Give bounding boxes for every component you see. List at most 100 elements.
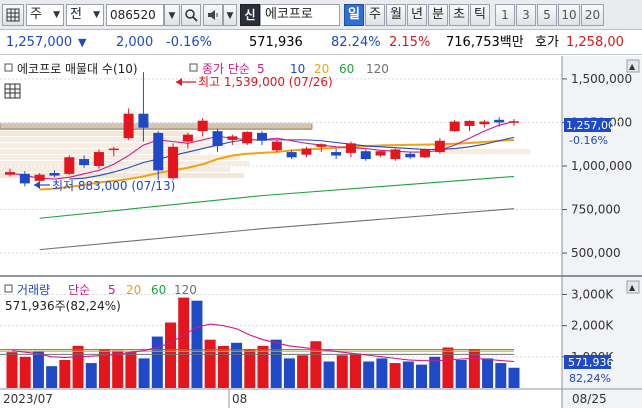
timeframe-tab[interactable]: 월 [386, 4, 406, 26]
candle-body [242, 132, 253, 144]
turnover-pct: 2.15% [389, 35, 431, 50]
volume-profile-bar [440, 149, 530, 154]
volume-bar [270, 339, 282, 388]
volume-profile-bar [0, 143, 225, 148]
down-triangle-icon: ▼ [78, 36, 87, 49]
price-tick-label: 1,500,000 [571, 72, 632, 86]
volume-profile-bar [0, 137, 210, 142]
candle-body [197, 120, 208, 132]
candle-body [168, 146, 179, 179]
candle-body [5, 172, 15, 175]
grid-icon[interactable] [2, 4, 24, 26]
low-annotation: 최저 883,000 (07/13) [34, 179, 175, 193]
volume-bar [455, 359, 467, 388]
candle-body [375, 151, 386, 156]
timeframe-tab[interactable]: 분 [428, 4, 448, 26]
legend-toggle-icon[interactable] [4, 63, 13, 72]
price-panel-title: 에코프로 매물대 수(10) [17, 62, 138, 76]
volume-bar [191, 300, 203, 388]
candle-body [123, 113, 134, 139]
volume-current-tag-value: 571,936 [568, 356, 614, 369]
code-dropdown-button[interactable]: ▼ [164, 4, 180, 26]
chart-toolbar: 주 ▼ 전 ▼ 086520 ▼ ▼ 신 에코프로 일주월년분초틱 1 3 5 10 2… [0, 0, 642, 30]
timeframe-tab[interactable]: 초 [449, 4, 469, 26]
grid-icon-svg [6, 8, 20, 22]
high-annotation: 최고 1,539,000 (07/26) [176, 75, 333, 89]
volume-bar [468, 349, 480, 388]
volume-tick-label: 3,000K [571, 287, 614, 301]
candle-body [227, 136, 238, 140]
candle-body [108, 148, 119, 151]
timeframe-tab[interactable]: 년 [407, 4, 427, 26]
volume-bar [244, 349, 256, 388]
ma-legend-period: 5 [257, 62, 265, 76]
count-button[interactable]: 20 [581, 4, 604, 26]
trade-value: 716,753백만 [446, 35, 524, 50]
candle-body [434, 140, 445, 153]
volume-bar [72, 345, 84, 388]
volume-bar [508, 367, 520, 388]
timeframe-tab[interactable]: 주 [365, 4, 385, 26]
candle-body [494, 119, 505, 123]
candle-body [138, 113, 149, 128]
trade-volume: 571,936 [249, 35, 303, 50]
stock-code-input[interactable]: 086520 [106, 4, 164, 26]
current-change-tag: -0.16% [569, 134, 608, 147]
count-button[interactable]: 10 [558, 4, 580, 26]
candle-body [182, 134, 193, 142]
table-icon[interactable] [4, 83, 21, 99]
volume-tick-label: 2,000K [571, 319, 614, 333]
bid-price: 1,258,00 [566, 35, 624, 50]
speaker-button[interactable] [203, 4, 223, 26]
search-button[interactable] [181, 4, 201, 26]
period-select[interactable]: 전 ▼ [66, 4, 104, 26]
stock-name-field[interactable]: 에코프로 [260, 4, 340, 26]
volume-bar [495, 363, 507, 388]
volume-bar [46, 366, 58, 388]
candle-body [464, 120, 475, 126]
chevron-up-icon: ▲ [629, 62, 636, 71]
x-label-start: 2023/07 [3, 392, 53, 406]
candle-body [420, 149, 431, 158]
volume-bar [283, 358, 295, 388]
volume-bar [349, 353, 361, 388]
volume-bar [19, 356, 31, 388]
volume-bar [429, 356, 441, 388]
legend-toggle-icon[interactable] [4, 284, 13, 293]
volume-profile-bar [0, 155, 240, 160]
new-badge: 신 [240, 4, 260, 26]
volume-bar [138, 358, 150, 388]
volume-bar [85, 363, 97, 388]
candle-body [49, 172, 60, 176]
count-button[interactable]: 3 [516, 4, 536, 26]
x-label-end: 08/25 [572, 392, 607, 406]
volume-current-ratio: 82,24% [569, 372, 611, 385]
speaker-icon [208, 10, 218, 20]
timeframe-tab[interactable]: 틱 [470, 4, 490, 26]
stock-chart[interactable]: 1,500,0001,250,0001,000,000750,000500,00… [0, 56, 642, 408]
count-button[interactable]: 1 [495, 4, 515, 26]
volume-ma-legend-period: 60 [151, 283, 166, 297]
ma-legend-prefix: 종가 단순 [202, 62, 250, 76]
volume-bar [217, 345, 229, 388]
candle-body [79, 159, 90, 166]
current-price: 1,257,000 [6, 35, 73, 50]
volume-bar [112, 350, 124, 388]
volume-ratio: 82.24% [331, 35, 381, 50]
legend-toggle-icon[interactable] [189, 63, 198, 72]
candle-body [390, 149, 401, 160]
volume-bar [416, 364, 428, 388]
market-select[interactable]: 주 ▼ [26, 4, 64, 26]
candle-body [64, 157, 75, 174]
volume-ma-legend-period: 5 [108, 283, 116, 297]
candle-body [257, 132, 267, 141]
timeframe-tab[interactable]: 일 [344, 4, 364, 26]
ma-legend-period: 10 [290, 62, 305, 76]
candle-body [271, 141, 282, 151]
volume-bar [482, 358, 494, 388]
volume-bar [363, 361, 375, 388]
chevron-up-icon: ▲ [629, 283, 636, 292]
count-button[interactable]: 5 [537, 4, 557, 26]
speaker-dropdown-button[interactable]: ▼ [223, 4, 237, 26]
volume-bar [125, 352, 137, 388]
